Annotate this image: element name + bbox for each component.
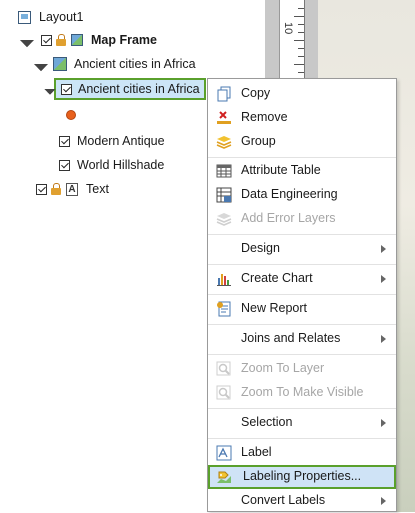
lock-icon[interactable] <box>56 34 67 46</box>
map-icon <box>53 57 67 71</box>
basemap-label: Modern Antique <box>77 134 165 148</box>
map-frame-label: Map Frame <box>91 33 157 47</box>
menu-item-zoom-make-visible[interactable]: Zoom To Make Visible <box>208 381 396 405</box>
layout-label: Layout1 <box>39 10 84 24</box>
menu-item-label[interactable]: Label <box>208 441 396 465</box>
map-label: Ancient cities in Africa <box>74 57 196 71</box>
context-menu: Copy Remove Group Attribute Table Data E… <box>207 78 397 512</box>
labeling-properties-icon <box>216 469 232 485</box>
tree-item-map[interactable]: Ancient cities in Africa <box>33 54 196 74</box>
report-icon <box>216 301 232 317</box>
menu-item-attribute-table[interactable]: Attribute Table <box>208 159 396 183</box>
submenu-arrow-icon <box>381 245 386 253</box>
menu-separator <box>208 438 396 439</box>
tree-item-basemap-world-hillshade[interactable]: World Hillshade <box>59 155 164 175</box>
menu-item-joins-relates[interactable]: Joins and Relates <box>208 327 396 351</box>
zoom-visible-icon <box>216 385 232 401</box>
lock-icon[interactable] <box>51 183 62 195</box>
copy-icon <box>216 86 232 102</box>
menu-item-zoom-to-layer[interactable]: Zoom To Layer <box>208 357 396 381</box>
menu-item-labeling-properties[interactable]: Labeling Properties... <box>208 465 396 489</box>
menu-item-selection[interactable]: Selection <box>208 411 396 435</box>
menu-item-data-engineering[interactable]: Data Engineering <box>208 183 396 207</box>
map-frame-icon <box>71 34 83 46</box>
tree-item-basemap-modern-antique[interactable]: Modern Antique <box>59 131 165 151</box>
hillshade-label: World Hillshade <box>77 158 165 172</box>
menu-item-new-report[interactable]: New Report <box>208 297 396 321</box>
text-label: Text <box>86 182 109 196</box>
menu-separator <box>208 157 396 158</box>
remove-icon <box>216 110 232 126</box>
layer-checkbox[interactable] <box>61 83 72 95</box>
text-element-icon: A <box>66 182 78 196</box>
menu-item-add-error-layers[interactable]: Add Error Layers <box>208 207 396 231</box>
layer-label: Ancient cities in Africa <box>78 82 200 96</box>
text-checkbox[interactable] <box>36 183 47 195</box>
chart-icon <box>216 271 232 287</box>
tree-item-map-frame[interactable]: Map Frame <box>19 30 157 50</box>
zoom-layer-icon <box>216 361 232 377</box>
layout-icon <box>18 10 31 24</box>
basemap-checkbox[interactable] <box>59 135 70 147</box>
data-engineering-icon <box>216 187 232 203</box>
error-layers-icon <box>216 211 232 227</box>
submenu-arrow-icon <box>381 497 386 505</box>
menu-separator <box>208 264 396 265</box>
menu-separator <box>208 324 396 325</box>
menu-item-group[interactable]: Group <box>208 130 396 154</box>
menu-item-create-chart[interactable]: Create Chart <box>208 267 396 291</box>
ruler-number: 10 <box>282 22 294 35</box>
map-frame-checkbox[interactable] <box>41 34 52 46</box>
menu-item-convert-labels[interactable]: Convert Labels <box>208 489 396 513</box>
submenu-arrow-icon <box>381 275 386 283</box>
hillshade-checkbox[interactable] <box>59 159 70 171</box>
menu-separator <box>208 294 396 295</box>
tree-item-layer[interactable]: Ancient cities in Africa <box>44 79 200 99</box>
expand-arrow-icon[interactable] <box>33 56 49 72</box>
menu-item-remove[interactable]: Remove <box>208 106 396 130</box>
expand-arrow-icon[interactable] <box>44 83 56 95</box>
tree-item-text[interactable]: A Text <box>36 179 109 199</box>
menu-separator <box>208 408 396 409</box>
menu-item-copy[interactable]: Copy <box>208 82 396 106</box>
label-icon <box>216 445 232 461</box>
vertical-ruler: 10 <box>279 0 305 84</box>
submenu-arrow-icon <box>381 419 386 427</box>
menu-separator <box>208 234 396 235</box>
expand-arrow-icon[interactable] <box>19 32 35 48</box>
menu-separator <box>208 354 396 355</box>
table-icon <box>216 163 232 179</box>
submenu-arrow-icon <box>381 335 386 343</box>
point-symbol-icon <box>66 110 76 120</box>
menu-item-design[interactable]: Design <box>208 237 396 261</box>
tree-item-layout[interactable]: Layout1 <box>6 7 83 27</box>
group-icon <box>216 134 232 150</box>
